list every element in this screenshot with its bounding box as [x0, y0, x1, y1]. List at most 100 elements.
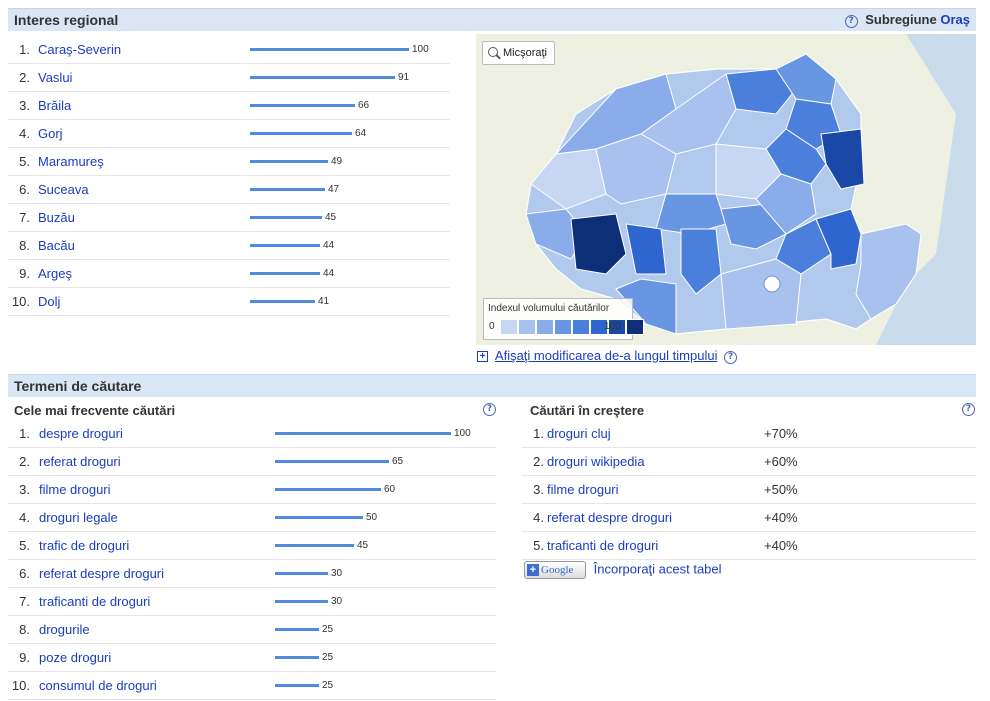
help-icon[interactable]: ?: [962, 403, 975, 416]
search-term-link[interactable]: consumul de droguri: [39, 678, 157, 693]
region-link[interactable]: Caraş-Severin: [38, 42, 121, 57]
value-label: 45: [357, 540, 369, 551]
show-over-time-link[interactable]: Afişaţi modificarea de-a lungul timpului: [495, 348, 718, 363]
subregion-city-link[interactable]: Oraş: [940, 12, 970, 27]
rank-number: 5.: [19, 154, 30, 169]
top-search-row: 10. consumul de droguri 25: [8, 671, 496, 700]
region-link[interactable]: Argeş: [38, 266, 72, 281]
region-link[interactable]: Brăila: [38, 98, 71, 113]
value-bar: [250, 48, 409, 51]
value-label: 44: [323, 240, 335, 251]
help-icon[interactable]: ?: [844, 15, 858, 28]
value-bar: [275, 572, 328, 575]
rank-number: 10.: [11, 294, 30, 309]
search-term-link[interactable]: referat despre droguri: [547, 510, 672, 525]
zoom-out-button[interactable]: Micşoraţi: [482, 41, 556, 65]
rank-number: 4.: [533, 510, 544, 525]
value-bar: [275, 460, 389, 463]
magnifier-icon: [488, 47, 498, 57]
value-bar: [250, 300, 315, 303]
rising-searches-list: 1. droguri cluj +70% 2. droguri wikipedia +60…: [522, 419, 976, 561]
value-label: 47: [328, 184, 340, 195]
region-link[interactable]: Dolj: [38, 294, 60, 309]
search-term-link[interactable]: drogurile: [39, 622, 90, 637]
region-link[interactable]: Bacău: [38, 238, 75, 253]
top-search-row: 2. referat droguri 65: [8, 447, 496, 476]
rank-number: 1.: [19, 42, 30, 57]
search-term-link[interactable]: filme droguri: [39, 482, 111, 497]
search-terms-header: Termeni de căutare: [8, 374, 976, 397]
value-bar: [275, 656, 319, 659]
value-label: 49: [331, 156, 343, 167]
county-bucharest[interactable]: [763, 275, 781, 293]
regional-list: 1. Caraş-Severin 100 2. Vaslui 91 3. Brăila 66 4.…: [8, 35, 450, 317]
rising-search-row: 3. filme droguri +50%: [522, 475, 976, 504]
value-bar: [250, 160, 328, 163]
help-icon[interactable]: ?: [483, 403, 496, 416]
subregion-selector: ? Subregiune Oraş: [844, 12, 970, 28]
region-link[interactable]: Suceava: [38, 182, 89, 197]
value-bar: [275, 684, 319, 687]
google-add-button[interactable]: + Google: [524, 561, 586, 579]
value-label: 60: [384, 484, 396, 495]
value-label: 64: [355, 128, 367, 139]
search-term-link[interactable]: droguri wikipedia: [547, 454, 645, 469]
expand-plus-icon[interactable]: +: [477, 351, 488, 362]
rank-number: 5.: [19, 538, 30, 553]
legend-title: Indexul volumului căutărilor: [488, 303, 610, 314]
rank-number: 6.: [19, 182, 30, 197]
search-term-link[interactable]: poze droguri: [39, 650, 111, 665]
legend-swatch: [554, 319, 572, 335]
legend-min: 0: [489, 321, 495, 332]
top-search-row: 9. poze droguri 25: [8, 643, 496, 672]
search-term-link[interactable]: referat despre droguri: [39, 566, 164, 581]
top-searches-list: 1. despre droguri 100 2. referat droguri 65 3.…: [8, 419, 496, 701]
value-label: 41: [318, 296, 330, 307]
google-plus-icon: +: [527, 564, 539, 576]
value-bar: [275, 516, 363, 519]
regional-interest-title: Interes regional: [14, 12, 119, 28]
search-term-link[interactable]: traficanti de droguri: [39, 594, 150, 609]
change-percent: +40%: [764, 510, 798, 525]
region-link[interactable]: Buzău: [38, 210, 75, 225]
top-search-row: 1. despre droguri 100: [8, 419, 496, 448]
legend-swatch: [536, 319, 554, 335]
rising-search-row: 1. droguri cluj +70%: [522, 419, 976, 448]
region-row: 9. Argeş 44: [8, 259, 450, 288]
google-button-text: Google: [541, 564, 574, 576]
rising-searches-label: Căutări în creştere: [530, 403, 645, 418]
region-row: 2. Vaslui 91: [8, 63, 450, 92]
rising-search-row: 5. traficanti de droguri +40%: [522, 531, 976, 560]
value-label: 91: [398, 72, 410, 83]
embed-table-link[interactable]: Încorporaţi acest tabel: [594, 561, 722, 576]
search-term-link[interactable]: despre droguri: [39, 426, 123, 441]
search-term-link[interactable]: filme droguri: [547, 482, 619, 497]
regional-interest-header: Interes regional ? Subregiune Oraş: [8, 8, 976, 31]
legend-swatches: [500, 319, 644, 335]
romania-map[interactable]: Micşoraţi Indexul volumului căutărilor 0…: [476, 34, 976, 345]
search-term-link[interactable]: trafic de droguri: [39, 538, 129, 553]
rank-number: 9.: [19, 650, 30, 665]
region-row: 3. Brăila 66: [8, 91, 450, 120]
value-bar: [250, 216, 322, 219]
help-icon[interactable]: ?: [724, 351, 738, 364]
rank-number: 8.: [19, 238, 30, 253]
value-label: 50: [366, 512, 378, 523]
region-link[interactable]: Gorj: [38, 126, 63, 141]
change-percent: +60%: [764, 454, 798, 469]
value-bar: [275, 628, 319, 631]
value-bar: [250, 132, 352, 135]
rising-search-row: 2. droguri wikipedia +60%: [522, 447, 976, 476]
region-link[interactable]: Vaslui: [38, 70, 72, 85]
top-search-row: 7. traficanti de droguri 30: [8, 587, 496, 616]
region-row: 1. Caraş-Severin 100: [8, 35, 450, 64]
rank-number: 1.: [533, 426, 544, 441]
rank-number: 4.: [19, 126, 30, 141]
top-searches-label: Cele mai frecvente căutări: [14, 403, 176, 418]
rank-number: 7.: [19, 594, 30, 609]
search-term-link[interactable]: droguri legale: [39, 510, 118, 525]
search-term-link[interactable]: referat droguri: [39, 454, 121, 469]
search-term-link[interactable]: droguri cluj: [547, 426, 611, 441]
region-link[interactable]: Maramureş: [38, 154, 104, 169]
search-term-link[interactable]: traficanti de droguri: [547, 538, 658, 553]
